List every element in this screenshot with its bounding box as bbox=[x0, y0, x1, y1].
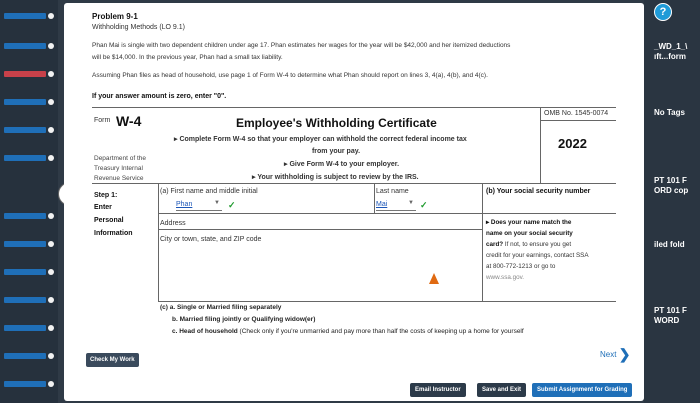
first-name-label: (a) First name and middle initial bbox=[160, 188, 258, 195]
filing-option-label: c. Head of household bbox=[172, 328, 238, 335]
check-my-work-button[interactable]: Check My Work bbox=[86, 353, 139, 367]
form-year: 2022 bbox=[558, 136, 587, 151]
filing-option-head[interactable]: c. Head of household (Check only if you'… bbox=[172, 328, 524, 335]
file-label[interactable]: PT 101 F ORD cop bbox=[654, 176, 698, 196]
problem-text: will be $14,000. In the previous year, P… bbox=[92, 54, 283, 61]
first-name-value: Phan bbox=[176, 201, 193, 208]
ssn-label: (b) Your social security number bbox=[486, 188, 591, 195]
address-label: Address bbox=[160, 220, 186, 227]
dept-line: Department of the bbox=[94, 155, 147, 162]
sidebar-item[interactable] bbox=[0, 210, 58, 222]
step-label: Personal bbox=[94, 217, 124, 224]
omb-number: OMB No. 1545-0074 bbox=[544, 110, 609, 117]
note-line: at 800-772-1213 or go to bbox=[486, 263, 556, 270]
sidebar-item[interactable] bbox=[0, 152, 58, 164]
filing-option-desc: (Check only if you're unmarried and pay … bbox=[237, 328, 524, 335]
instruction: from your pay. bbox=[311, 148, 361, 155]
note-line: If not, to ensure you get bbox=[503, 241, 572, 248]
last-name-value: Mai bbox=[376, 201, 388, 208]
step-label: Information bbox=[94, 230, 133, 237]
next-button[interactable]: Next ❯ bbox=[600, 346, 630, 363]
note-line: ▸ Does your name match the bbox=[486, 219, 572, 226]
instruction: ▸ Complete Form W-4 so that your employe… bbox=[174, 136, 467, 143]
form-name: W-4 bbox=[116, 113, 142, 129]
sidebar-item[interactable] bbox=[0, 68, 58, 80]
note-line: credit for your earnings, contact SSA bbox=[486, 252, 589, 259]
sidebar-item[interactable] bbox=[0, 96, 58, 108]
right-sidebar: ? _WD_1_\ ıft...form No Tags PT 101 F OR… bbox=[644, 0, 700, 403]
problem-text: Assuming Phan files as head of household… bbox=[92, 72, 488, 79]
chevron-right-icon: ❯ bbox=[618, 346, 631, 362]
first-name-select[interactable]: Phan ▼ bbox=[176, 200, 222, 211]
form-title: Employee's Withholding Certificate bbox=[236, 116, 437, 130]
last-name-select[interactable]: Mai ▼ bbox=[376, 200, 416, 211]
ssa-link[interactable]: www.ssa.gov. bbox=[486, 272, 636, 283]
checkmark-icon: ✓ bbox=[228, 200, 236, 210]
last-name-label: Last name bbox=[376, 188, 409, 195]
folder-label[interactable]: iled fold bbox=[654, 240, 698, 250]
note-line: card? bbox=[486, 241, 504, 248]
sidebar-item[interactable] bbox=[0, 350, 58, 362]
filing-option-single[interactable]: (c) a. Single or Married filing separate… bbox=[160, 304, 281, 311]
sidebar-item[interactable] bbox=[0, 294, 58, 306]
filing-option-married[interactable]: b. Married filing jointly or Qualifying … bbox=[172, 316, 315, 323]
sidebar-item[interactable] bbox=[0, 238, 58, 250]
checkmark-icon: ✓ bbox=[420, 200, 428, 210]
city-label: City or town, state, and ZIP code bbox=[160, 236, 262, 243]
help-icon[interactable]: ? bbox=[654, 3, 672, 21]
step-label: Step 1: bbox=[94, 192, 118, 199]
chevron-down-icon: ▼ bbox=[408, 200, 414, 206]
problem-title: Problem 9-1 bbox=[92, 12, 138, 21]
chevron-down-icon: ▼ bbox=[214, 200, 220, 206]
left-sidebar bbox=[0, 0, 58, 403]
note-line: name on your social security bbox=[486, 230, 573, 237]
sidebar-item[interactable] bbox=[0, 40, 58, 52]
tags-label[interactable]: No Tags bbox=[654, 108, 698, 118]
file-label[interactable]: PT 101 F WORD bbox=[654, 306, 698, 326]
email-instructor-button[interactable]: Email Instructor bbox=[410, 383, 466, 397]
step-label: Enter bbox=[94, 204, 112, 211]
sidebar-item[interactable] bbox=[0, 322, 58, 334]
cursor-arrow-icon bbox=[429, 273, 439, 284]
next-label: Next bbox=[600, 350, 617, 359]
sidebar-item[interactable] bbox=[0, 10, 58, 22]
submit-assignment-button[interactable]: Submit Assignment for Grading bbox=[532, 383, 633, 397]
form-label: Form bbox=[94, 117, 111, 124]
dept-label: Department of the Treasury Internal Reve… bbox=[94, 154, 174, 184]
instruction: ▸ Your withholding is subject to review … bbox=[252, 174, 419, 181]
sidebar-item[interactable] bbox=[0, 378, 58, 390]
ssa-note: ▸ Does your name match the name on your … bbox=[486, 217, 636, 283]
sidebar-item[interactable] bbox=[0, 266, 58, 278]
problem-panel: Problem 9-1 Withholding Methods (LO 9.1)… bbox=[64, 3, 644, 401]
problem-subtitle: Withholding Methods (LO 9.1) bbox=[92, 24, 185, 31]
dept-line: Treasury Internal bbox=[94, 165, 143, 172]
save-and-exit-button[interactable]: Save and Exit bbox=[477, 383, 527, 397]
instruction: ▸ Give Form W-4 to your employer. bbox=[284, 161, 400, 168]
sidebar-item[interactable] bbox=[0, 124, 58, 136]
file-label[interactable]: _WD_1_\ ıft...form bbox=[654, 42, 698, 62]
zero-note: If your answer amount is zero, enter "0"… bbox=[92, 93, 227, 100]
